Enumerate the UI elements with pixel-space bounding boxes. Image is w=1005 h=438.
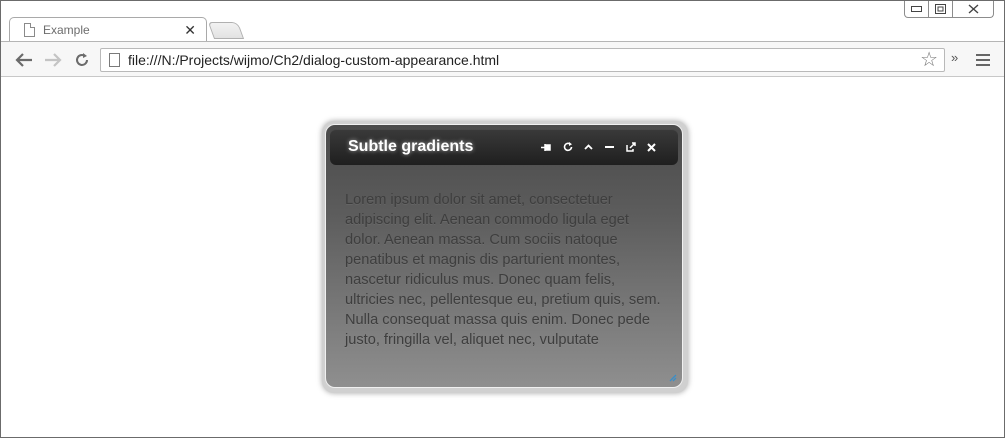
reload-icon bbox=[76, 53, 88, 66]
hamburger-menu-icon[interactable] bbox=[976, 54, 990, 66]
browser-tab[interactable]: Example ✕ bbox=[9, 17, 207, 42]
new-tab-button[interactable] bbox=[207, 22, 245, 39]
back-arrow-icon bbox=[15, 53, 32, 67]
dialog-frame: Subtle gradients Lorem ipsum dolor sit a… bbox=[322, 121, 688, 393]
address-bar[interactable]: file:///N:/Projects/wijmo/Ch2/dialog-cus… bbox=[100, 48, 945, 72]
close-window-button[interactable] bbox=[952, 1, 994, 18]
bookmark-star-icon[interactable]: ☆ bbox=[920, 50, 938, 70]
close-icon[interactable] bbox=[641, 139, 662, 155]
pin-icon[interactable] bbox=[536, 139, 557, 155]
reload-button[interactable] bbox=[71, 49, 93, 71]
minimize-icon bbox=[911, 6, 922, 12]
resize-grip-icon[interactable] bbox=[669, 374, 677, 382]
restore-window-button[interactable] bbox=[928, 1, 953, 18]
back-button[interactable] bbox=[13, 49, 35, 71]
close-window-icon bbox=[968, 4, 978, 14]
minimize-window-button[interactable] bbox=[904, 1, 929, 18]
refresh-icon[interactable] bbox=[557, 139, 578, 155]
tab-title: Example bbox=[43, 23, 90, 37]
dialog-body-text: Lorem ipsum dolor sit amet, consectetuer… bbox=[345, 192, 661, 348]
dialog-toolbar bbox=[536, 139, 662, 155]
minimize-icon[interactable] bbox=[599, 139, 620, 155]
dialog: Subtle gradients Lorem ipsum dolor sit a… bbox=[325, 124, 683, 388]
page-icon bbox=[24, 23, 35, 37]
collapse-icon[interactable] bbox=[578, 139, 599, 155]
forward-button[interactable] bbox=[42, 49, 64, 71]
tab-strip: Example ✕ bbox=[1, 1, 1004, 42]
browser-window: Example ✕ file:///N:/Projects/wijmo/Ch2/… bbox=[0, 0, 1005, 438]
page-icon bbox=[109, 53, 120, 67]
url-text[interactable]: file:///N:/Projects/wijmo/Ch2/dialog-cus… bbox=[128, 52, 920, 68]
dialog-titlebar[interactable]: Subtle gradients bbox=[330, 129, 678, 165]
extensions-overflow-button[interactable]: » bbox=[951, 50, 958, 65]
browser-toolbar: file:///N:/Projects/wijmo/Ch2/dialog-cus… bbox=[1, 41, 1004, 77]
window-controls bbox=[904, 1, 994, 18]
forward-arrow-icon bbox=[45, 53, 62, 67]
restore-icon bbox=[935, 4, 946, 14]
tab-close-icon[interactable]: ✕ bbox=[184, 22, 196, 38]
maximize-icon[interactable] bbox=[620, 139, 641, 155]
dialog-title: Subtle gradients bbox=[348, 138, 474, 155]
